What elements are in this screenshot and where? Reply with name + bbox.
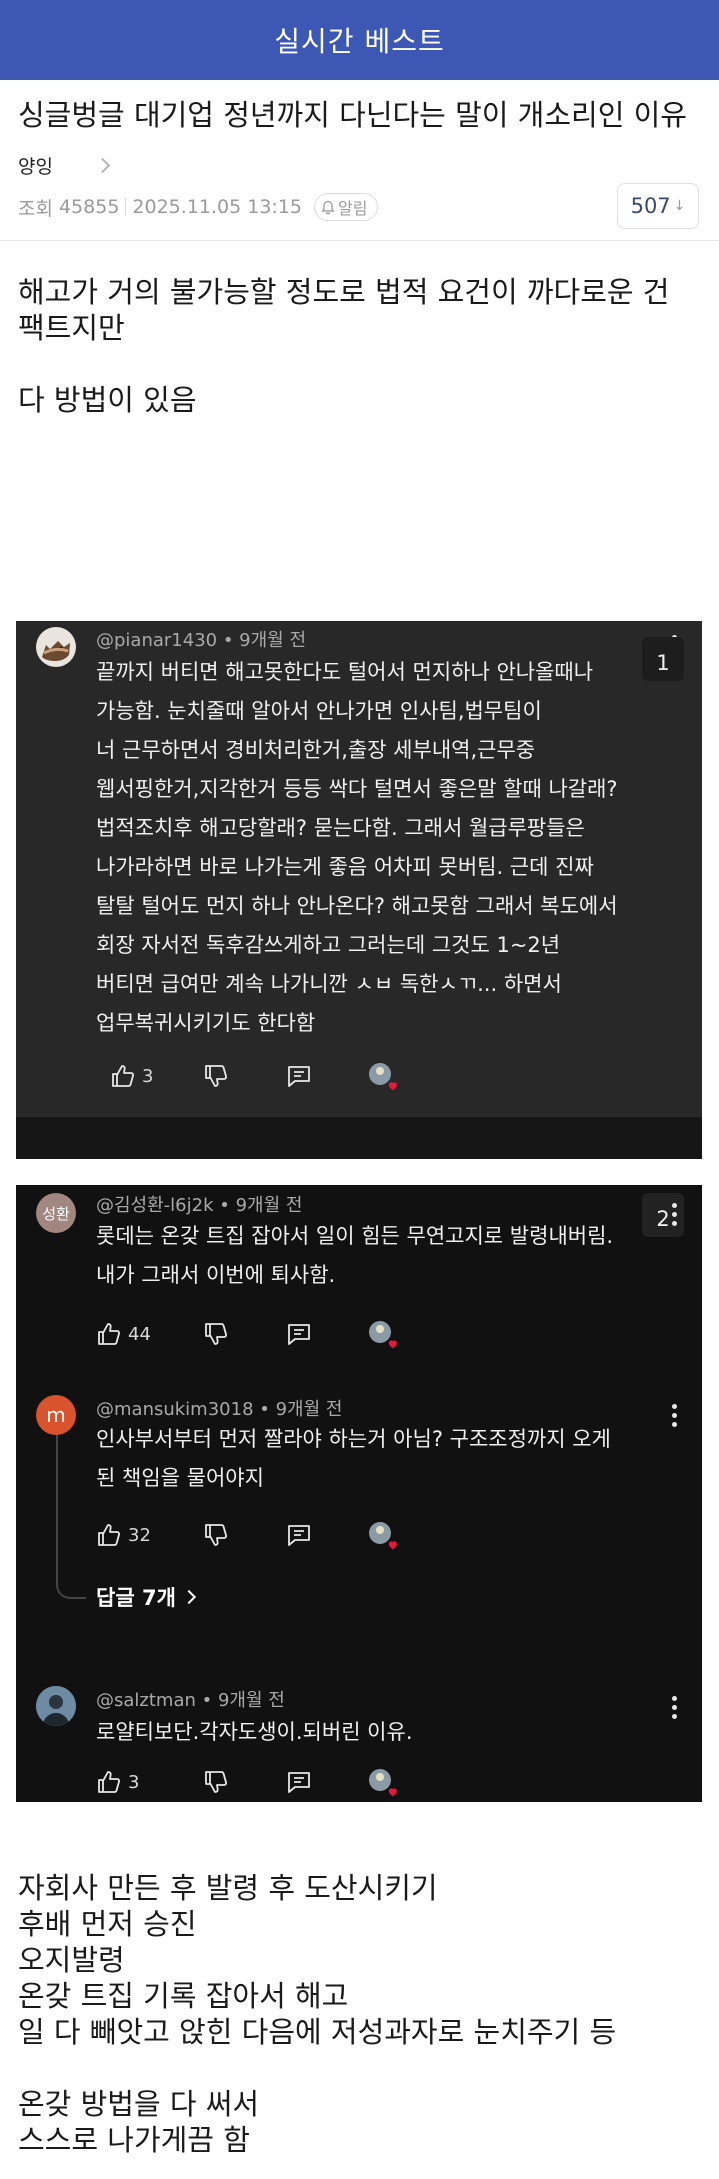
dislike-button[interactable] [203, 1317, 229, 1351]
reply-button[interactable] [286, 1518, 312, 1552]
thumbs-down-icon [205, 1771, 227, 1793]
dislike-button[interactable] [203, 1765, 229, 1799]
divider [0, 240, 719, 241]
creator-heart-icon [368, 1317, 400, 1351]
like-count: 32 [128, 1524, 151, 1546]
creator-heart-icon [368, 1765, 400, 1799]
like-button[interactable]: 44 [96, 1317, 151, 1351]
comment-text: 로얄티보단.각자도생이.되버린 이유. [96, 1713, 686, 1752]
comment-line: 끝까지 버티면 해고못한다도 털어서 먼지하나 안나올때나 [96, 660, 594, 684]
comment-text: 인사부서부터 먼저 짤라야 하는거 아님? 구조조정까지 오게 된 책임을 물어… [96, 1420, 686, 1498]
thumbs-up-icon [98, 1524, 120, 1546]
body-line: 자회사 만든 후 발령 후 도산시키기 [18, 1871, 438, 1905]
comment-line: 탈탈 털어도 먼지 하나 안나온다? 해고못함 그래서 복도에서 [96, 894, 618, 918]
top-header-bar: 실시간 베스트 [0, 0, 719, 80]
comment-line: 롯데는 온갖 트집 잡아서 일이 힘든 무연고지로 발령내버림. [96, 1224, 614, 1248]
avatar[interactable]: 성환 [36, 1193, 76, 1233]
like-count: 3 [128, 1771, 140, 1793]
comment-actions: 3 [96, 1765, 496, 1799]
comment-author-handle[interactable]: @salztman • 9개월 전 [96, 1686, 285, 1712]
comment-count-button[interactable]: 507 ↓ [617, 183, 699, 229]
comment-line: 법적조치후 해고당할래? 묻는다함. 그래서 월급루팡들은 [96, 816, 585, 840]
body-line: 오지발령 [18, 1943, 125, 1977]
card-footer [16, 1117, 702, 1159]
comment-actions: 3 [96, 1059, 496, 1093]
arrow-down-icon: ↓ [673, 198, 686, 214]
comment-author-handle[interactable]: @pianar1430 • 9개월 전 [96, 626, 306, 652]
comment-line: 로얄티보단.각자도생이.되버린 이유. [96, 1720, 413, 1744]
author-name[interactable]: 양잉 [18, 152, 53, 179]
bell-icon [321, 200, 335, 214]
body-line: 스스로 나가게끔 함 [18, 2123, 250, 2157]
comment-text: 롯데는 온갖 트집 잡아서 일이 힘든 무연고지로 발령내버림. 내가 그래서 … [96, 1217, 686, 1295]
comment-count: 507 [630, 194, 671, 218]
thumbs-down-icon [205, 1065, 227, 1087]
header-title[interactable]: 실시간 베스트 [274, 20, 444, 60]
post-meta: 조회 45855 2025.11.05 13:15 알림 [18, 192, 379, 222]
thumbs-up-icon [98, 1323, 120, 1345]
body-line: 팩트지만 [18, 311, 125, 345]
comment-line: 된 책임을 물어야지 [96, 1466, 264, 1490]
body-line: 후배 먼저 승진 [18, 1907, 197, 1941]
author-row[interactable]: 양잉 [18, 150, 111, 180]
body-line: 온갖 트집 기록 잡아서 해고 [18, 1979, 349, 2013]
comment-screenshot-1: @pianar1430 • 9개월 전 1 끝까지 버티면 해고못한다도 털어서… [16, 621, 702, 1159]
like-count: 3 [142, 1065, 154, 1087]
views-label: 조회 [18, 197, 53, 220]
creator-heart-icon [368, 1518, 400, 1552]
chevron-right-icon [181, 1589, 196, 1605]
like-button[interactable]: 3 [96, 1765, 139, 1799]
comment-author-handle[interactable]: @mansukim3018 • 9개월 전 [96, 1395, 342, 1421]
body-line: 해고가 거의 불가능할 정도로 법적 요건이 까다로운 건 [18, 275, 670, 309]
dislike-button[interactable] [203, 1518, 229, 1552]
comment-actions: 44 [96, 1317, 496, 1351]
chevron-right-icon [94, 157, 111, 173]
body-line: 다 방법이 있음 [18, 383, 197, 417]
comment-line: 가능함. 눈치줄때 알아서 안나가면 인사팀,법무팀이 [96, 699, 542, 723]
comment-line: 버티면 급여만 계속 나가니깐 ㅅㅂ 독한ㅅㄲ... 하면서 [96, 972, 562, 996]
thumbs-down-icon [205, 1323, 227, 1345]
body-line: 온갖 방법을 다 써서 [18, 2087, 260, 2121]
thumbs-down-icon [205, 1524, 227, 1546]
reply-button[interactable] [286, 1317, 312, 1351]
reply-button[interactable] [286, 1765, 312, 1799]
reply-icon [288, 1525, 310, 1546]
cat-avatar-icon[interactable] [36, 627, 76, 667]
alarm-label: 알림 [338, 199, 368, 218]
comment-line: 나가라하면 바로 나가는게 좋음 어차피 못버팀. 근데 진짜 [96, 855, 594, 879]
comment-line: 업무복귀시키기도 한다함 [96, 1011, 316, 1035]
replies-label: 답글 7개 [96, 1586, 176, 1610]
comment-actions: 32 [96, 1518, 496, 1552]
profile-photo-icon[interactable] [36, 1686, 76, 1726]
thumbs-up-icon [112, 1065, 134, 1087]
like-button[interactable]: 32 [96, 1518, 151, 1552]
comment-line: 너 근무하면서 경비처리한거,출장 세부내역,근무중 [96, 738, 536, 762]
meta-divider [125, 198, 127, 216]
comment-line: 인사부서부터 먼저 짤라야 하는거 아님? 구조조정까지 오게 [96, 1427, 611, 1451]
comment-line: 회장 자서전 독후감쓰게하고 그러는데 그것도 1~2년 [96, 933, 561, 957]
body-line: 일 다 빼앗고 앉힌 다음에 저성과자로 눈치주기 등 [18, 2015, 617, 2049]
comment-line: 웹서핑한거,지각한거 등등 싹다 털면서 좋은말 할때 나갈래? [96, 777, 618, 801]
post-title: 싱글벙글 대기업 정년까지 다닌다는 말이 개소리인 이유 [18, 98, 687, 132]
comment-screenshot-2: 2 성환 @김성환-l6j2k • 9개월 전 롯데는 온갖 트집 잡아서 일이… [16, 1185, 702, 1802]
thread-line [56, 1434, 86, 1599]
comment-line: 내가 그래서 이번에 퇴사함. [96, 1263, 336, 1287]
avatar[interactable]: m [36, 1395, 76, 1435]
reply-icon [288, 1772, 310, 1793]
reply-icon [288, 1066, 310, 1087]
like-button[interactable]: 3 [110, 1059, 153, 1093]
views-count: 45855 [58, 196, 120, 218]
thumbs-up-icon [98, 1771, 120, 1793]
comment-author-handle[interactable]: @김성환-l6j2k • 9개월 전 [96, 1191, 302, 1217]
alarm-button[interactable]: 알림 [314, 193, 379, 221]
comment-text: 끝까지 버티면 해고못한다도 털어서 먼지하나 안나올때나 가능함. 눈치줄때 … [96, 653, 686, 1043]
view-replies-button[interactable]: 답글 7개 [96, 1582, 196, 1612]
creator-heart-icon [368, 1059, 400, 1093]
post-datetime: 2025.11.05 13:15 [132, 196, 303, 218]
like-count: 44 [128, 1323, 151, 1345]
reply-button[interactable] [286, 1059, 312, 1093]
reply-icon [288, 1324, 310, 1345]
dislike-button[interactable] [203, 1059, 229, 1093]
